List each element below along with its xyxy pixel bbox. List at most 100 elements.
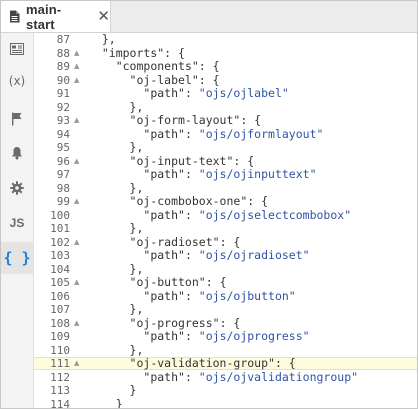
line-number: 91 xyxy=(56,87,70,100)
code-line[interactable]: 114 } xyxy=(34,397,417,408)
code-text: "oj-radioset": { xyxy=(88,234,241,249)
code-line[interactable]: 112 "path": "ojs/ojvalidationgroup" xyxy=(34,369,417,384)
code-line[interactable]: 94 "path": "ojs/ojformlayout" xyxy=(34,127,417,141)
fold-arrow-icon[interactable]: ▲ xyxy=(74,114,82,127)
code-text: "path": "ojs/ojformlayout" xyxy=(88,127,323,141)
code-text: "oj-label": { xyxy=(88,72,220,87)
code-line[interactable]: 108 ▲ "oj-progress": { xyxy=(34,315,417,330)
code-line[interactable]: 93 ▲ "oj-form-layout": { xyxy=(34,114,417,128)
code-line[interactable]: 92 }, xyxy=(34,100,417,114)
code-token: : xyxy=(184,329,199,343)
fold-arrow-icon[interactable]: ▲ xyxy=(74,47,82,60)
code-line[interactable]: 90 ▲ "oj-label": { xyxy=(34,72,417,87)
code-token: "path" xyxy=(143,329,185,343)
line-number: 93 xyxy=(56,114,70,127)
fold-arrow-icon[interactable]: ▲ xyxy=(74,60,82,73)
code-token: "components" xyxy=(115,59,199,73)
json-braces-icon[interactable]: { } xyxy=(1,242,33,274)
code-text: }, xyxy=(88,261,144,276)
code-line[interactable]: 98 }, xyxy=(34,181,417,195)
code-line[interactable]: 87 }, xyxy=(34,33,417,47)
code-token: "oj-validation-group" xyxy=(129,356,275,370)
line-number: 98 xyxy=(56,181,70,195)
code-text: "oj-validation-group": { xyxy=(88,356,296,370)
string-token: "ojs/ojselectcombobox" xyxy=(198,207,352,222)
string-token: "ojs/ojvalidationgroup" xyxy=(198,369,359,384)
code-line[interactable]: 95 }, xyxy=(34,140,417,155)
fold-arrow-icon[interactable]: ▲ xyxy=(74,358,82,369)
code-token: : { xyxy=(198,59,220,73)
code-token: : { xyxy=(198,72,220,87)
code-line[interactable]: 99 ▲ "oj-combobox-one": { xyxy=(34,194,417,209)
code-line[interactable]: 107 }, xyxy=(34,302,417,317)
code-line[interactable]: 88 ▲ "imports": { xyxy=(34,46,417,60)
fold-arrow-icon[interactable]: ▲ xyxy=(74,155,82,168)
fold-arrow-icon[interactable]: ▲ xyxy=(74,317,82,330)
code-line[interactable]: 109 "path": "ojs/ojprogress" xyxy=(34,329,417,344)
tab-main-start[interactable]: main-start ✕ xyxy=(1,1,111,32)
code-token: "path" xyxy=(143,86,185,100)
code-token: : { xyxy=(274,356,296,370)
fold-arrow-icon[interactable]: ▲ xyxy=(74,236,82,249)
code-line[interactable]: 97 "path": "ojs/ojinputtext" xyxy=(34,168,417,182)
fold-arrow-icon[interactable]: ▲ xyxy=(74,195,82,208)
code-text: }, xyxy=(88,33,116,46)
code-line[interactable]: 103 "path": "ojs/ojradioset" xyxy=(34,248,417,263)
code-token: "path" xyxy=(143,288,185,303)
code-line[interactable]: 113 } xyxy=(34,383,417,398)
json-braces-glyph: { } xyxy=(3,249,31,267)
code-token: : { xyxy=(247,194,269,208)
line-number: 95 xyxy=(56,141,70,154)
code-line[interactable]: 89 ▲ "components": { xyxy=(34,59,417,74)
code-token: : { xyxy=(219,234,241,249)
code-text: }, xyxy=(88,140,144,154)
code-line[interactable]: 111 ▲ "oj-validation-group": { xyxy=(34,357,417,370)
gear-icon[interactable] xyxy=(1,174,33,202)
code-line[interactable]: 104 }, xyxy=(34,261,417,276)
code-token: }, xyxy=(129,342,144,357)
js-icon[interactable]: JS xyxy=(1,209,33,237)
code-token: : xyxy=(184,288,199,303)
code-line[interactable]: 102 ▲ "oj-radioset": { xyxy=(34,234,417,249)
activity-bar: (x) JS {} xyxy=(1,33,34,408)
tab-bar: main-start ✕ xyxy=(1,1,417,33)
code-token: }, xyxy=(129,261,144,276)
code-editor[interactable]: 87 }, 88 ▲ "imports": {89 ▲ "components": {… xyxy=(34,33,417,408)
flag-icon[interactable] xyxy=(1,105,33,133)
js-icon-label: JS xyxy=(9,216,25,230)
fold-arrow-icon[interactable]: ▲ xyxy=(74,74,82,87)
code-token: : xyxy=(184,248,199,262)
code-text: "oj-button": { xyxy=(88,276,227,289)
code-line[interactable]: 101 }, xyxy=(34,221,417,236)
code-line[interactable]: 106 "path": "ojs/ojbutton" xyxy=(34,288,417,303)
code-text: "path": "ojs/ojprogress" xyxy=(88,329,309,343)
code-token: } xyxy=(129,383,137,397)
line-number: 90 xyxy=(56,73,70,87)
close-icon[interactable]: ✕ xyxy=(97,9,110,24)
code-line[interactable]: 105 ▲ "oj-button": { xyxy=(34,276,417,290)
bell-icon[interactable] xyxy=(1,139,33,167)
code-line[interactable]: 100 "path": "ojs/ojselectcombobox" xyxy=(34,207,417,222)
code-text: "path": "ojs/ojvalidationgroup" xyxy=(88,369,359,384)
variables-icon[interactable]: (x) xyxy=(1,67,33,95)
code-token: : { xyxy=(219,315,241,330)
fold-arrow-icon[interactable]: ▲ xyxy=(74,276,82,289)
code-line[interactable]: 96 ▲ "oj-input-text": { xyxy=(34,154,417,168)
explorer-icon[interactable] xyxy=(1,35,33,63)
line-number: 111 xyxy=(50,357,70,370)
code-token: : xyxy=(184,369,199,384)
code-line[interactable]: 91 "path": "ojs/ojlabel" xyxy=(34,86,417,101)
line-number: 106 xyxy=(50,289,70,303)
code-line[interactable]: 110 }, xyxy=(34,342,417,357)
line-number: 110 xyxy=(50,343,70,357)
tab-label: main-start xyxy=(26,1,62,32)
